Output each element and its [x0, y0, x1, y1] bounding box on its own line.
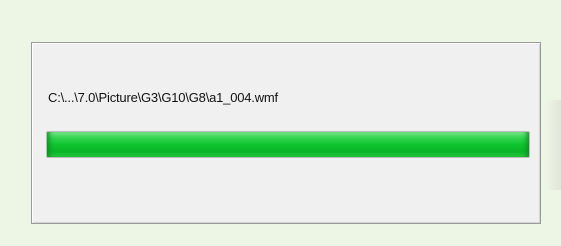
progress-bar-fill — [47, 132, 529, 157]
progress-bar — [46, 131, 530, 158]
progress-dialog: C:\...\7.0\Picture\G3\G10\G8\a1_004.wmf — [31, 42, 541, 224]
window-edge-shadow — [547, 100, 561, 190]
file-path-label: C:\...\7.0\Picture\G3\G10\G8\a1_004.wmf — [48, 90, 278, 105]
